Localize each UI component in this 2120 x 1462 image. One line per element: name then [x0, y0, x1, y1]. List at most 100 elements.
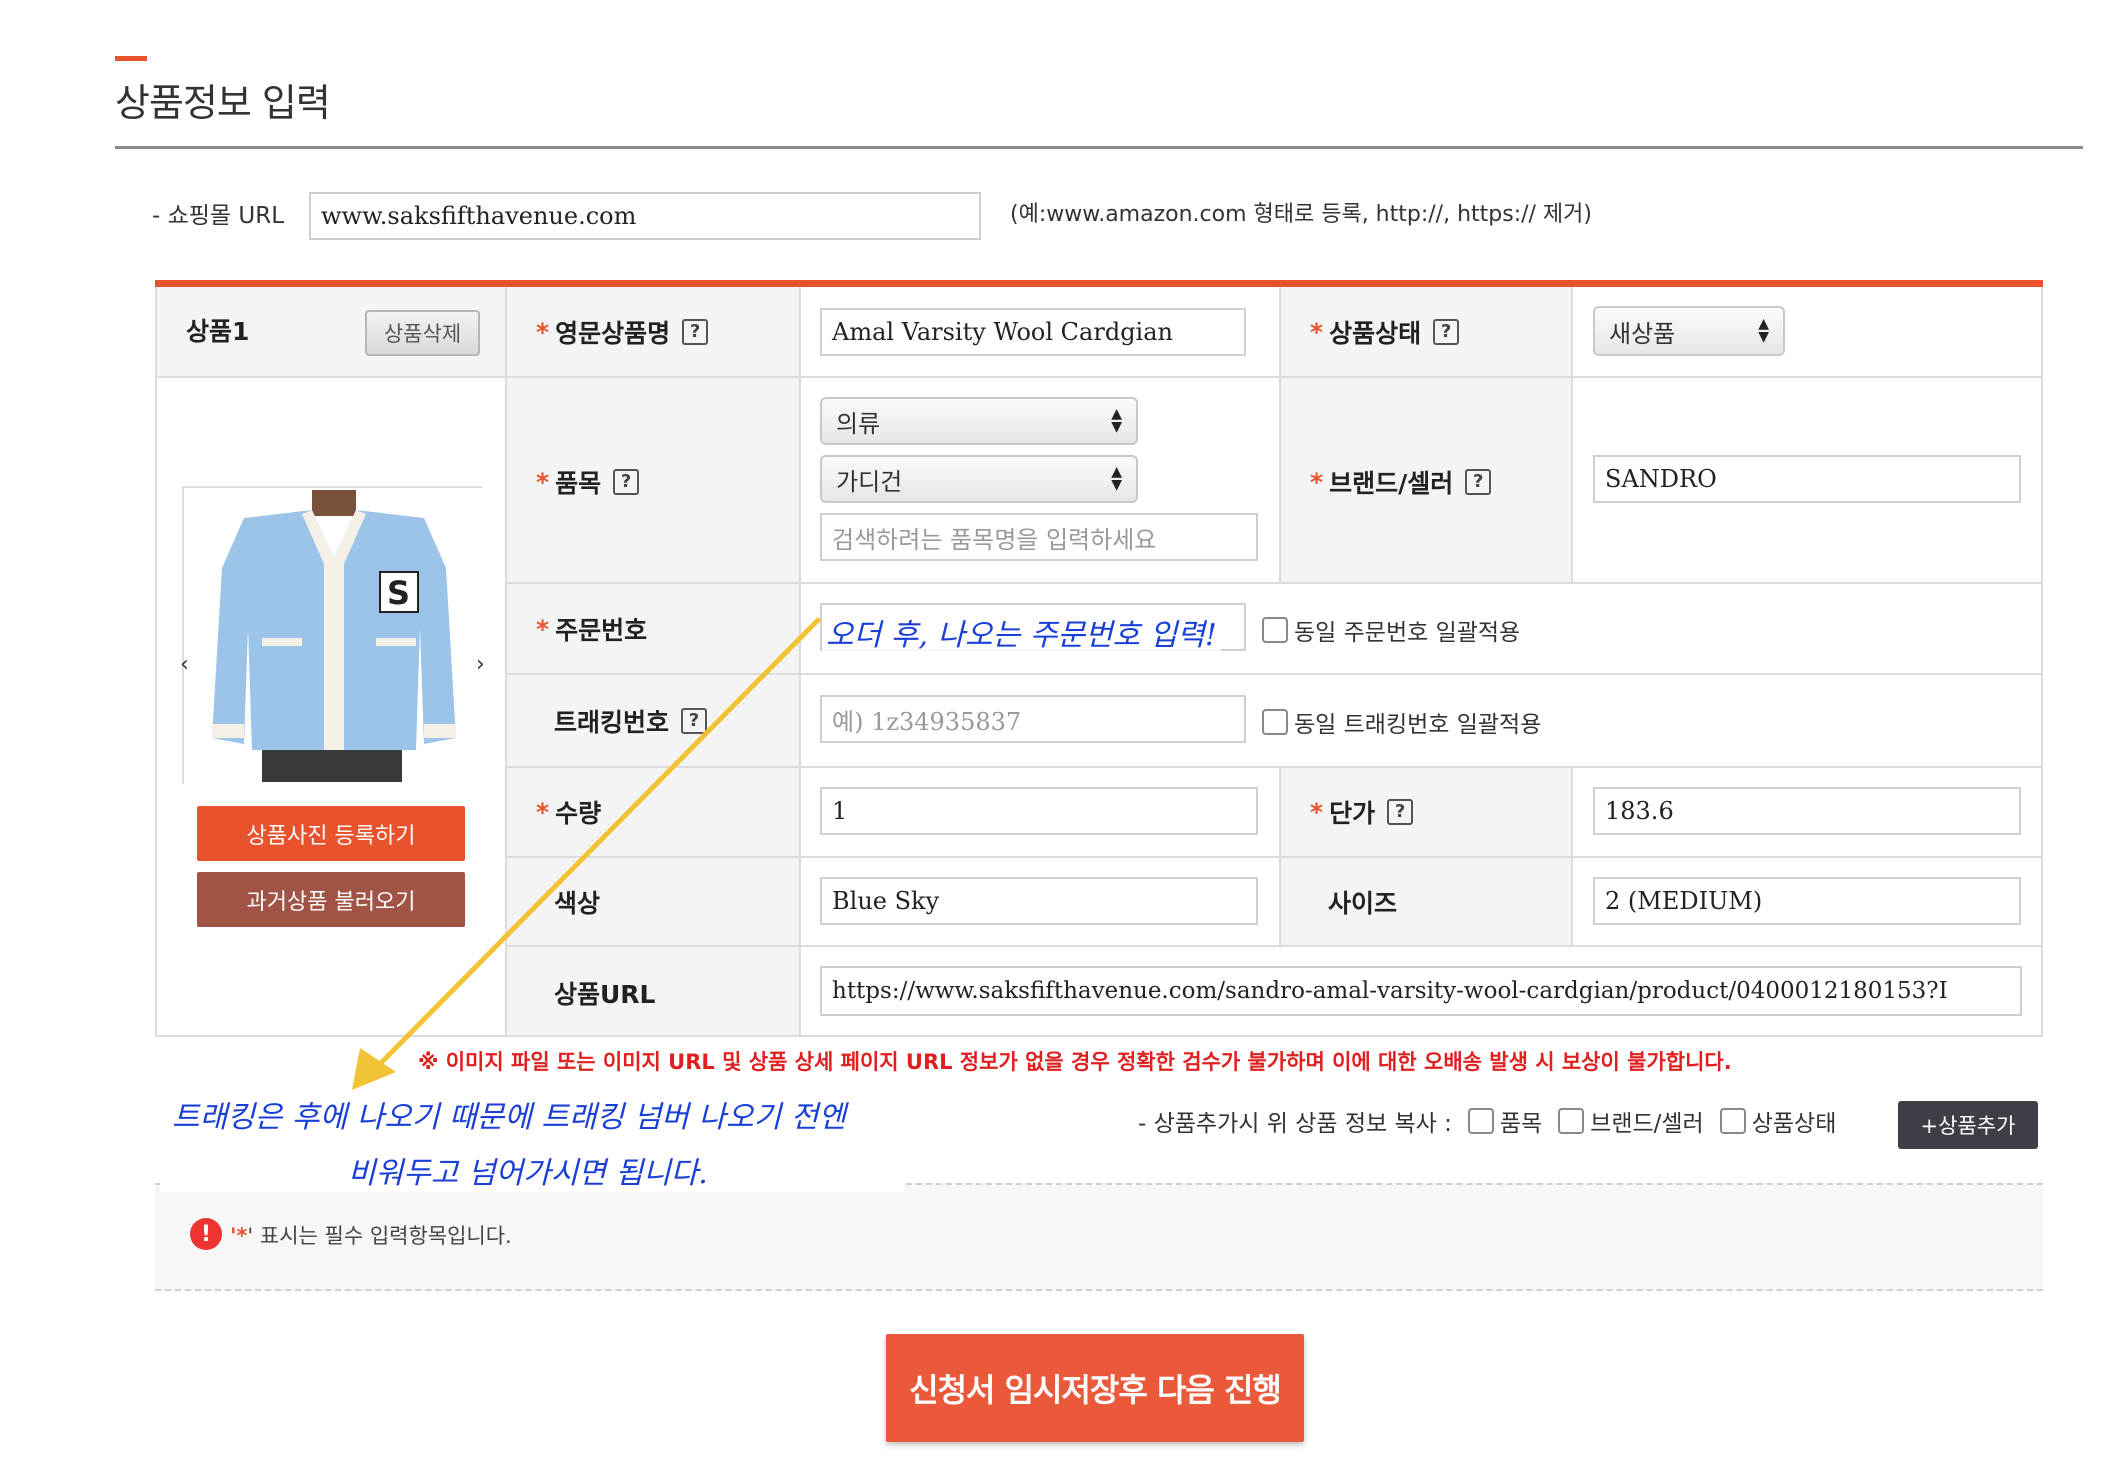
help-icon[interactable]: ?	[681, 708, 708, 734]
grid-line	[505, 673, 2043, 675]
grid-line	[505, 766, 2043, 768]
copy-options-row: - 상품추가시 위 상품 정보 복사 : 품목 브랜드/셀러 상품상태	[1138, 1104, 1836, 1138]
help-icon[interactable]: ?	[1387, 799, 1414, 825]
color-label-text: 색상	[554, 889, 601, 918]
shop-url-label: - 쇼핑몰 URL	[152, 203, 285, 229]
copy-option-category[interactable]: 품목	[1467, 1104, 1543, 1138]
title-divider	[115, 146, 2083, 149]
tracking-number-label-text: 트래킹번호	[554, 708, 670, 737]
quantity-label-text: 수량	[555, 799, 602, 828]
tracking-number-placeholder: 예) 1z34935837	[832, 707, 1022, 736]
order-number-annotation: 오더 후, 나오는 주문번호 입력!	[822, 610, 1221, 654]
quantity-label: * 수량	[536, 794, 601, 830]
color-input[interactable]: Blue Sky	[820, 877, 1258, 925]
copy-brand-checkbox[interactable]	[1558, 1108, 1585, 1134]
order-number-label-text: 주문번호	[555, 616, 648, 645]
required-star: *	[536, 614, 550, 644]
help-icon[interactable]: ?	[1433, 319, 1460, 345]
brand-input[interactable]: SANDRO	[1593, 455, 2021, 503]
grid-line	[799, 287, 801, 1037]
image-url-notice: ※ 이미지 파일 또는 이미지 URL 및 상품 상세 페이지 URL 정보가 …	[418, 1050, 1732, 1074]
condition-select-value: 새상품	[1609, 319, 1676, 348]
grid-line	[505, 945, 2043, 947]
save-and-continue-button[interactable]: 신청서 임시저장후 다음 진행	[886, 1334, 1304, 1442]
category-label-text: 품목	[555, 469, 602, 498]
grid-line	[155, 287, 157, 1037]
copy-option-brand[interactable]: 브랜드/셀러	[1558, 1104, 1704, 1138]
required-star: *	[536, 467, 550, 497]
english-name-label: * 영문상품명 ?	[536, 314, 709, 350]
size-label: 사이즈	[1328, 884, 1397, 920]
required-star: *	[536, 317, 550, 347]
bulk-tracking-number-option[interactable]: 동일 트래킹번호 일괄적용	[1262, 705, 1541, 739]
product-url-label: 상품URL	[554, 975, 655, 1011]
help-icon[interactable]: ?	[1465, 469, 1492, 495]
bulk-tracking-number-checkbox[interactable]	[1262, 709, 1288, 735]
product-index-label: 상품1	[186, 317, 250, 346]
english-name-label-text: 영문상품명	[555, 319, 671, 348]
required-note: '*' 표시는 필수 입력항목입니다.	[230, 1220, 512, 1250]
product-image-frame: S	[182, 486, 482, 784]
size-label-text: 사이즈	[1328, 889, 1398, 918]
table-top-bar	[155, 280, 2043, 287]
condition-label-text: 상품상태	[1329, 319, 1422, 348]
delete-product-button[interactable]: 상품삭제	[365, 310, 480, 356]
bulk-order-number-option[interactable]: 동일 주문번호 일괄적용	[1262, 613, 1520, 647]
tracking-annotation-line1: 트래킹은 후에 나오기 때문에 트래킹 넘버 나오기 전엔	[172, 1100, 846, 1135]
bulk-order-number-checkbox[interactable]	[1262, 617, 1288, 643]
help-icon[interactable]: ?	[682, 319, 709, 345]
image-prev-arrow[interactable]: ‹	[180, 652, 189, 677]
cardigan-photo-icon: S	[184, 488, 480, 782]
english-name-input[interactable]: Amal Varsity Wool Cardgian	[820, 308, 1246, 356]
copy-condition-checkbox[interactable]	[1719, 1108, 1746, 1134]
grid-line	[1279, 287, 1281, 582]
title-accent-bar	[115, 56, 147, 61]
color-label: 색상	[554, 884, 600, 920]
tracking-annotation-line2: 비워두고 넘어가시면 됩니다.	[348, 1156, 708, 1191]
required-star: *	[1310, 317, 1324, 347]
category-main-value: 의류	[836, 409, 881, 438]
grid-line	[155, 1035, 2043, 1037]
grid-line	[1571, 287, 1573, 582]
copy-category-checkbox[interactable]	[1467, 1108, 1494, 1134]
required-star: *	[1310, 467, 1324, 497]
required-note-star: '*	[230, 1224, 248, 1248]
grid-line	[505, 287, 507, 1037]
unit-price-label-text: 단가	[1329, 799, 1376, 828]
shop-url-input[interactable]: www.saksfifthavenue.com	[309, 192, 981, 240]
required-star: *	[1310, 797, 1324, 827]
product-url-input[interactable]: https://www.saksfifthavenue.com/sandro-a…	[820, 966, 2022, 1016]
tracking-number-input[interactable]: 예) 1z34935837	[820, 695, 1246, 743]
category-search-input[interactable]: 검색하려는 품목명을 입력하세요	[820, 513, 1258, 561]
help-icon[interactable]: ?	[613, 469, 640, 495]
upload-photo-button[interactable]: 상품사진 등록하기	[197, 806, 465, 861]
copy-condition-label: 상품상태	[1751, 1111, 1837, 1137]
quantity-input[interactable]: 1	[820, 787, 1258, 835]
grid-line	[505, 856, 2043, 858]
category-sub-value: 가디건	[836, 467, 903, 496]
svg-text:S: S	[387, 574, 410, 612]
size-input[interactable]: 2 (MEDIUM)	[1593, 877, 2021, 925]
required-star: *	[536, 797, 550, 827]
required-note-text: ' 표시는 필수 입력항목입니다.	[247, 1224, 512, 1248]
copy-options-label: - 상품추가시 위 상품 정보 복사 :	[1138, 1111, 1452, 1137]
order-number-label: * 주문번호	[536, 611, 647, 647]
brand-label-text: 브랜드/셀러	[1329, 469, 1454, 498]
shop-url-hint: (예:www.amazon.com 형태로 등록, http://, https…	[1010, 202, 1592, 227]
copy-option-condition[interactable]: 상품상태	[1719, 1104, 1837, 1138]
category-main-select[interactable]: 의류 ▲ ▼	[820, 397, 1138, 445]
unit-price-input[interactable]: 183.6	[1593, 787, 2021, 835]
unit-price-label: * 단가 ?	[1310, 794, 1414, 830]
bulk-order-number-label: 동일 주문번호 일괄적용	[1294, 620, 1521, 646]
image-next-arrow[interactable]: ›	[476, 652, 485, 677]
add-product-button[interactable]: +상품추가	[1898, 1101, 2038, 1149]
copy-category-label: 품목	[1499, 1111, 1543, 1137]
category-sub-select[interactable]: 가디건 ▲ ▼	[820, 455, 1138, 503]
grid-line	[505, 582, 2043, 584]
product-url-label-text: 상품URL	[554, 980, 656, 1009]
grid-line	[155, 376, 2043, 378]
tracking-number-label: 트래킹번호 ?	[554, 703, 708, 739]
condition-select[interactable]: 새상품 ▲ ▼	[1593, 306, 1785, 356]
load-past-product-button[interactable]: 과거상품 불러오기	[197, 872, 465, 927]
page-title: 상품정보 입력	[115, 81, 331, 125]
